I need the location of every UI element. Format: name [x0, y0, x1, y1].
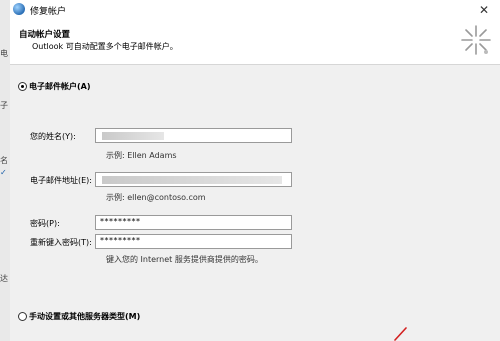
retype-password-value: ********* — [100, 236, 141, 245]
retype-password-field[interactable]: ********* — [95, 234, 292, 249]
header-subtitle: Outlook 可自动配置多个电子邮件帐户。 — [32, 42, 178, 51]
background-char: 名 — [0, 156, 8, 165]
background-check: ✓ — [0, 168, 7, 177]
repair-account-dialog: 修复帐户 ✕ 自动帐户设置 Outlook 可自动配置多个电子邮件帐户。 电子邮… — [10, 0, 500, 341]
password-field-label: 密码(P): — [30, 219, 60, 228]
cursor-annotation-mark — [394, 327, 407, 341]
manual-setup-radio[interactable] — [18, 312, 27, 321]
close-icon: ✕ — [478, 3, 490, 17]
password-value: ********* — [100, 217, 141, 226]
password-field[interactable]: ********* — [95, 215, 292, 230]
sparkle-wizard-icon — [461, 25, 491, 55]
redacted-name — [102, 132, 164, 140]
background-char: 子 — [0, 101, 8, 110]
window-title: 修复帐户 — [30, 7, 67, 17]
retype-password-field-label: 重新键入密码(T): — [30, 238, 92, 247]
password-hint: 键入您的 Internet 服务提供商提供的密码。 — [106, 255, 263, 264]
close-button[interactable]: ✕ — [472, 2, 496, 18]
name-field-label: 您的姓名(Y): — [30, 132, 76, 141]
redacted-email — [102, 176, 282, 184]
outlook-app-icon — [13, 3, 25, 15]
dialog-header: 自动帐户设置 Outlook 可自动配置多个电子邮件帐户。 — [10, 20, 500, 65]
email-account-radio-label[interactable]: 电子邮件帐户(A) — [29, 81, 91, 92]
email-account-radio[interactable] — [18, 82, 27, 91]
manual-setup-radio-label[interactable]: 手动设置或其他服务器类型(M) — [29, 311, 140, 322]
name-field[interactable] — [95, 128, 292, 143]
header-title: 自动帐户设置 — [19, 30, 71, 40]
title-bar: 修复帐户 ✕ — [10, 0, 500, 20]
email-example: 示例: ellen@contoso.com — [106, 193, 206, 202]
background-char: 达 — [0, 274, 8, 283]
name-example: 示例: Ellen Adams — [106, 151, 177, 160]
email-field-label: 电子邮件地址(E): — [30, 176, 92, 185]
email-field[interactable] — [95, 172, 292, 187]
background-char: 电 — [0, 49, 8, 58]
